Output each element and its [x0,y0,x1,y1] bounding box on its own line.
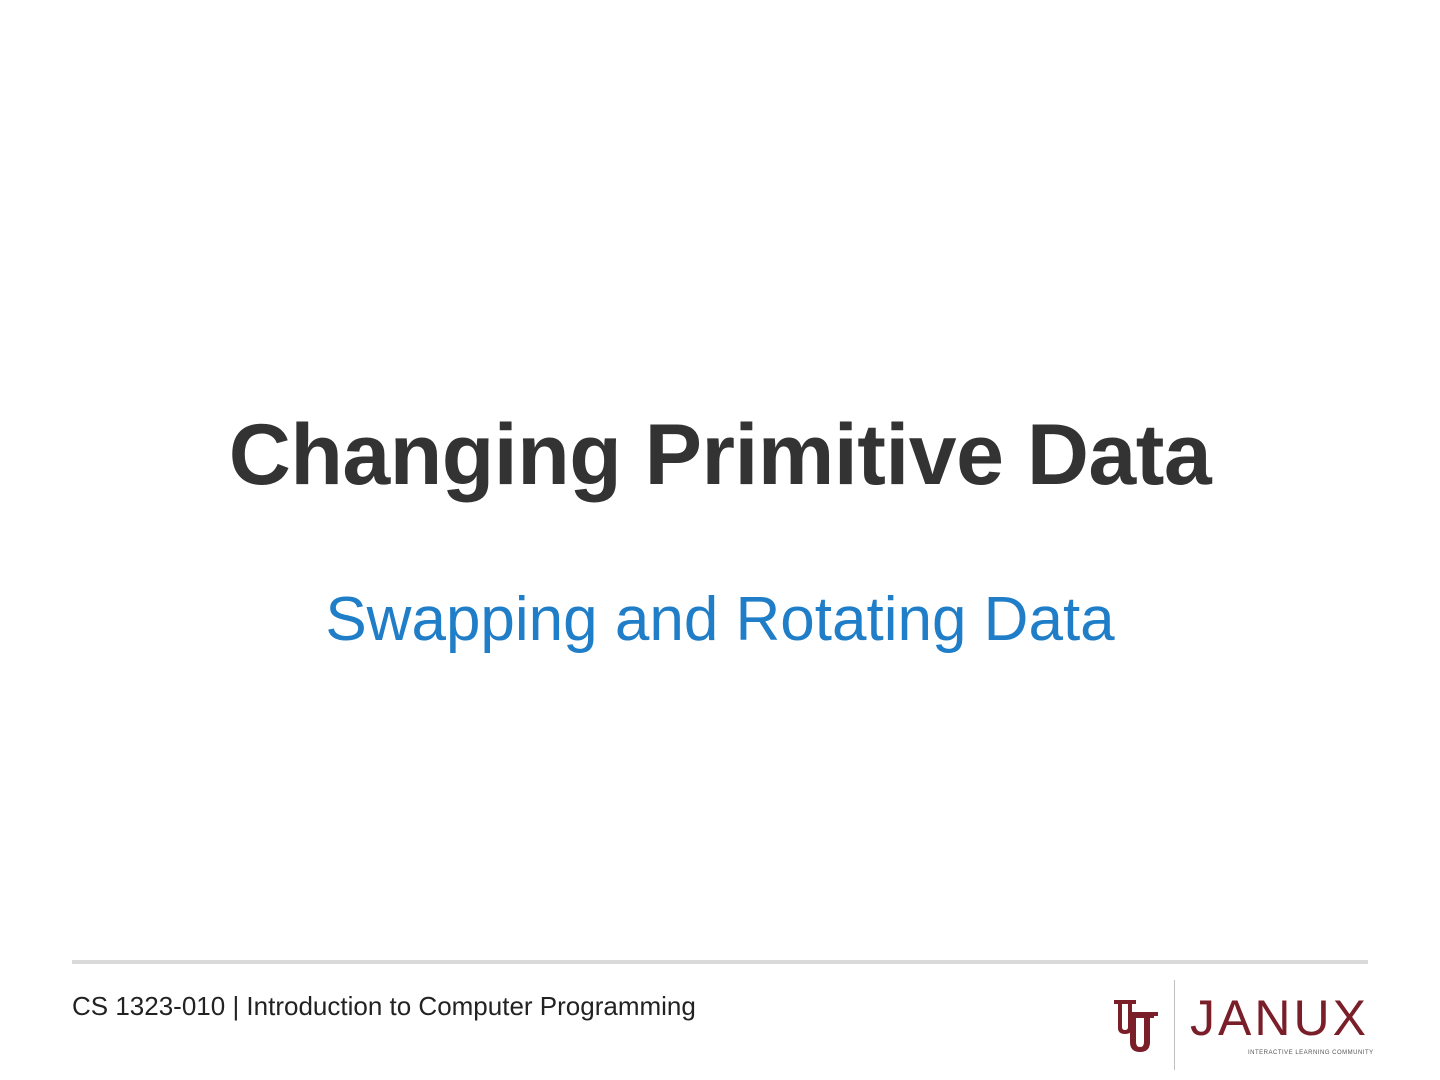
slide-title: Changing Primitive Data [228,407,1212,503]
janux-tagline: INTERACTIVE LEARNING COMMUNITY [1248,1050,1374,1056]
footer-divider [72,960,1368,964]
course-label: CS 1323-010 | Introduction to Computer P… [72,991,696,1021]
slide-subtitle: Swapping and Rotating Data [325,585,1115,654]
janux-wordmark: JANUX [1190,990,1369,1046]
janux-logo: JANUX INTERACTIVE LEARNING COMMUNITY [1110,976,1376,1072]
ou-interlocking-logo-icon [1114,1000,1158,1052]
slide: Changing Primitive Data Swapping and Rot… [0,0,1440,1080]
logo-divider [1174,980,1175,1070]
